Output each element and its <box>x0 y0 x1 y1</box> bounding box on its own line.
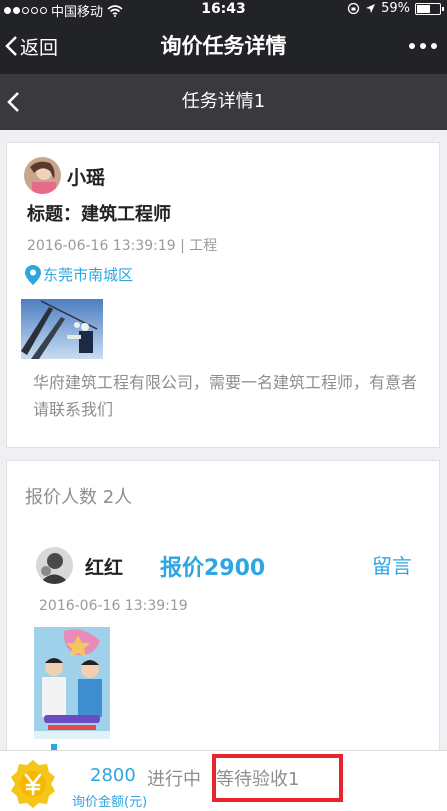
location-label: 东莞市南城区 <box>43 266 134 284</box>
nav-bar: 返回 询价任务详情 <box>0 18 447 74</box>
more-dot-icon <box>420 43 426 49</box>
more-dot-icon <box>409 43 415 49</box>
task-meta: 2016-06-16 13:39:19 | 工程 <box>27 238 218 254</box>
task-card: 小瑶 标题：建筑工程师 2016-06-16 13:39:19 | 工程 东莞市… <box>6 142 440 448</box>
amount-label: 询价金额(元) <box>72 795 148 810</box>
amount-value: 2800 <box>90 765 136 786</box>
quote-timestamp: 2016-06-16 13:39:19 <box>39 598 188 614</box>
yen-coin-icon <box>10 759 56 809</box>
quoter-name: 红红 <box>85 557 124 579</box>
avatar[interactable] <box>24 157 61 194</box>
quotes-card: 报价人数 2人 红红 报价2900 留言 2016-06-16 13:39:19 <box>6 460 440 760</box>
avatar[interactable] <box>36 547 73 584</box>
rotation-lock-icon <box>347 2 360 15</box>
location-link[interactable]: 东莞市南城区 <box>25 264 133 285</box>
status-right: 59% <box>347 1 444 16</box>
battery-icon <box>415 2 444 15</box>
more-button[interactable] <box>409 18 437 74</box>
status-in-progress: 进行中 <box>147 769 201 790</box>
quote-photo[interactable] <box>34 627 110 739</box>
highlight-box <box>212 754 343 802</box>
page-title: 询价任务详情 <box>160 34 287 58</box>
status-bar: 中国移动 16:43 59% <box>0 0 447 20</box>
task-photo[interactable] <box>21 299 103 359</box>
task-title: 标题：建筑工程师 <box>27 204 171 225</box>
leave-message-button[interactable]: 留言 <box>372 550 412 579</box>
quote-price: 报价2900 <box>160 556 266 581</box>
task-description: 华府建筑工程有限公司，需要一名建筑工程师，有意者请联系我们 <box>33 373 418 419</box>
quote-count: 报价人数 2人 <box>25 487 133 508</box>
more-dot-icon <box>431 43 437 49</box>
poster-name: 小瑶 <box>67 167 106 189</box>
battery-percent: 59% <box>381 1 410 16</box>
sub-title: 任务详情1 <box>181 91 266 112</box>
sub-nav-bar: 任务详情1 <box>0 74 447 130</box>
location-arrow-icon <box>366 4 376 13</box>
location-pin-icon <box>25 264 41 285</box>
